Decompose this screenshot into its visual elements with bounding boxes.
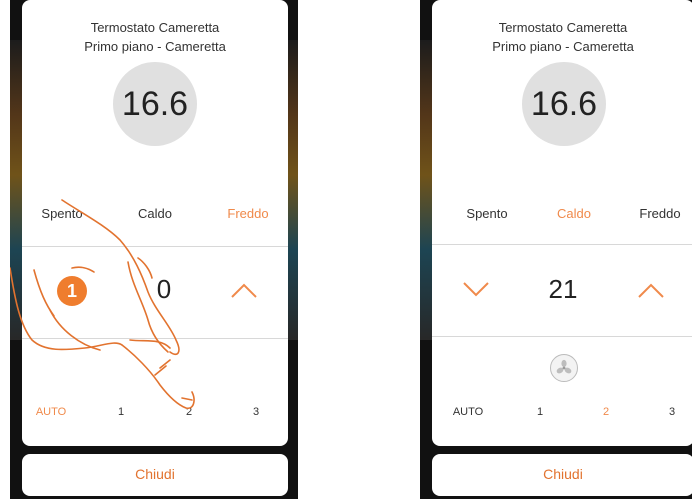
left-screen: Termostato Cameretta Primo piano - Camer… xyxy=(10,0,298,499)
fan-speed-selector: AUTO 1 2 3 xyxy=(432,406,692,426)
speed-1-button[interactable]: 1 xyxy=(537,406,543,418)
chevron-up-icon[interactable] xyxy=(230,280,258,300)
step-badge: 1 xyxy=(57,276,87,306)
thermostat-name: Termostato Cameretta xyxy=(90,20,220,35)
close-button[interactable]: Chiudi xyxy=(432,454,692,496)
divider xyxy=(432,336,692,337)
current-temperature: 16.6 xyxy=(522,62,606,146)
thermostat-title: Termostato Cameretta Primo piano - Camer… xyxy=(432,18,692,56)
setpoint-control: 21 xyxy=(432,262,692,322)
speed-3-button[interactable]: 3 xyxy=(253,406,259,418)
speed-2-button[interactable]: 2 xyxy=(186,406,192,418)
speed-3-button[interactable]: 3 xyxy=(669,406,675,418)
current-temperature: 16.6 xyxy=(113,62,197,146)
divider xyxy=(22,246,288,247)
thermostat-location: Primo piano - Cameretta xyxy=(84,39,226,54)
setpoint-value: 21 xyxy=(548,274,578,304)
mode-cool-button[interactable]: Freddo xyxy=(639,206,680,221)
close-button[interactable]: Chiudi xyxy=(22,454,288,496)
mode-heat-button[interactable]: Caldo xyxy=(138,206,172,221)
mode-off-button[interactable]: Spento xyxy=(466,206,507,221)
right-screen: Termostato Cameretta Primo piano - Camer… xyxy=(420,0,692,499)
mode-heat-button[interactable]: Caldo xyxy=(557,206,591,221)
mode-selector: Spento Caldo Freddo xyxy=(432,206,692,226)
divider xyxy=(432,244,692,245)
thermostat-title: Termostato Cameretta Primo piano - Camer… xyxy=(22,18,288,56)
background-strip xyxy=(420,40,432,340)
thermostat-panel: Termostato Cameretta Primo piano - Camer… xyxy=(432,0,692,446)
divider xyxy=(22,338,288,339)
fan-icon[interactable] xyxy=(550,354,578,382)
mode-selector: Spento Caldo Freddo xyxy=(22,206,288,226)
fan-speed-selector: AUTO 1 2 3 xyxy=(22,406,288,426)
thermostat-name: Termostato Cameretta xyxy=(498,20,628,35)
speed-auto-button[interactable]: AUTO xyxy=(453,406,483,418)
speed-1-button[interactable]: 1 xyxy=(118,406,124,418)
close-button-label: Chiudi xyxy=(135,466,175,482)
background-strip xyxy=(10,40,22,340)
thermostat-panel: Termostato Cameretta Primo piano - Camer… xyxy=(22,0,288,446)
speed-2-button[interactable]: 2 xyxy=(603,406,609,418)
speed-auto-button[interactable]: AUTO xyxy=(36,406,66,418)
mode-cool-button[interactable]: Freddo xyxy=(227,206,268,221)
close-button-label: Chiudi xyxy=(543,466,583,482)
mode-off-button[interactable]: Spento xyxy=(41,206,82,221)
chevron-up-icon[interactable] xyxy=(637,280,665,300)
chevron-down-icon[interactable] xyxy=(462,280,490,300)
setpoint-value: 0 xyxy=(156,274,172,304)
thermostat-location: Primo piano - Cameretta xyxy=(492,39,634,54)
